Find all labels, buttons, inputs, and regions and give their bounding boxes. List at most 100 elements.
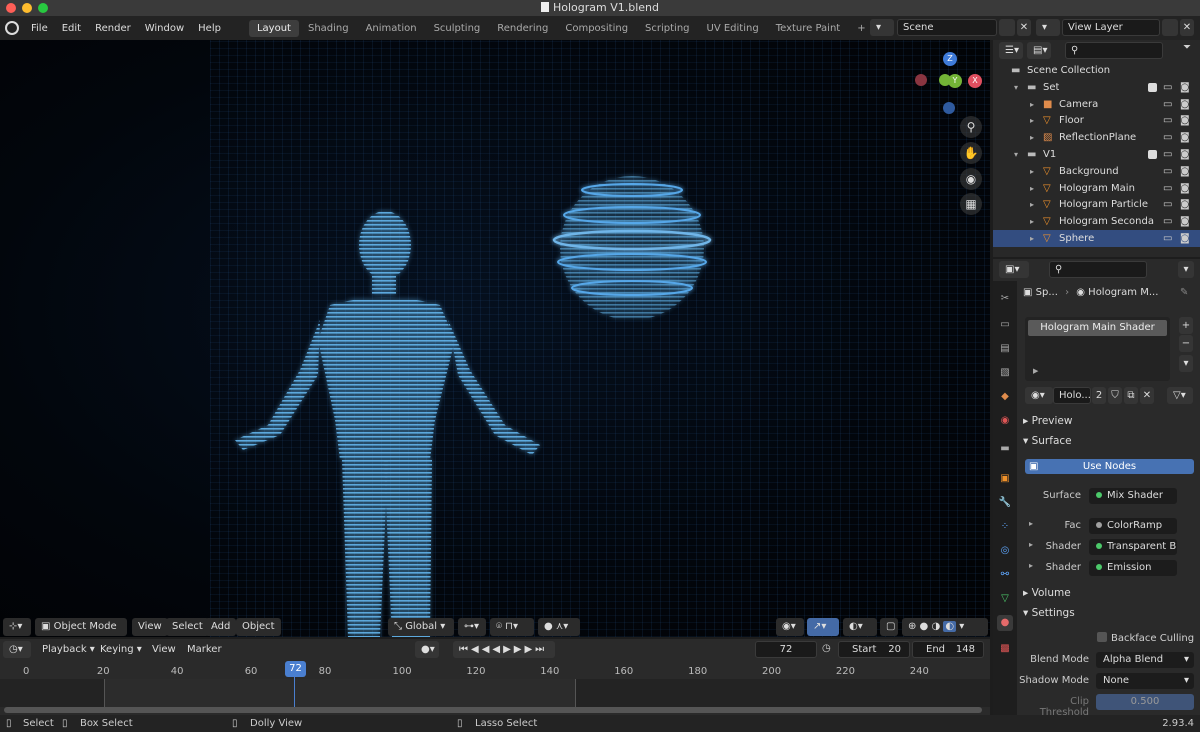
record-icon[interactable]: ●▾ <box>415 641 439 658</box>
scene-selector-icon[interactable]: ▾ <box>870 19 894 36</box>
zoom-window-button[interactable] <box>38 3 48 13</box>
material-tab-icon[interactable]: ● <box>997 615 1013 631</box>
tab-uv-editing[interactable]: UV Editing <box>699 20 767 37</box>
properties-options-icon[interactable]: ▾ <box>1178 261 1194 278</box>
gizmo-x-axis[interactable]: X <box>968 74 982 88</box>
duplicate-material-icon[interactable]: ⧉ <box>1124 387 1138 404</box>
menu-render[interactable]: Render <box>88 23 138 34</box>
gizmo-neg-z-axis[interactable] <box>943 102 955 114</box>
3d-viewport[interactable]: Z X Y ⚲ ✋ ◉ ▦ ⊹▾ ▣ Object Mode ▾ View Se… <box>0 40 990 637</box>
physics-tab-icon[interactable]: ◎ <box>997 543 1013 559</box>
timeline-track[interactable] <box>0 679 990 707</box>
particles-tab-icon[interactable]: ⁘ <box>997 519 1013 535</box>
properties-search-input[interactable]: ⚲ <box>1049 261 1147 278</box>
gizmo-neg-x-axis[interactable] <box>915 74 927 86</box>
filter-icon[interactable]: ⏷ <box>1183 42 1191 53</box>
viewport-visibility-icon[interactable]: ▭ <box>1163 146 1172 163</box>
scene-name-field[interactable]: Scene <box>897 19 997 36</box>
expand-toggle-icon[interactable]: ▸ <box>1030 129 1034 146</box>
pan-view-icon[interactable]: ✋ <box>960 142 982 164</box>
expand-toggle-icon[interactable]: ▾ <box>1014 79 1018 96</box>
socket-link-field[interactable]: ColorRamp <box>1089 518 1177 534</box>
expand-toggle-icon[interactable]: ▸ <box>1030 96 1034 113</box>
menu-edit[interactable]: Edit <box>55 23 88 34</box>
outliner-row[interactable]: ▸ ▽ Sphere ▭ ◙ <box>993 230 1200 247</box>
camera-view-icon[interactable]: ◉ <box>960 168 982 190</box>
texture-tab-icon[interactable]: ▩ <box>997 641 1013 657</box>
outliner-editor-icon[interactable]: ☰▾ <box>999 42 1023 59</box>
render-visibility-icon[interactable]: ◙ <box>1180 146 1190 163</box>
render-visibility-icon[interactable]: ◙ <box>1180 96 1190 113</box>
playhead[interactable]: 72 <box>285 661 306 677</box>
constraints-tab-icon[interactable]: ⚯ <box>997 567 1013 583</box>
socket-link-field[interactable]: Mix Shader <box>1089 488 1177 504</box>
zoom-view-icon[interactable]: ⚲ <box>960 116 982 138</box>
viewport-visibility-icon[interactable]: ▭ <box>1163 230 1172 247</box>
menu-window[interactable]: Window <box>138 23 191 34</box>
menu-help[interactable]: Help <box>191 23 228 34</box>
expand-toggle-icon[interactable]: ▸ <box>1030 180 1034 197</box>
slot-specials-icon[interactable]: ▾ <box>1179 355 1193 372</box>
outliner-row[interactable]: ▬ Scene Collection <box>993 62 1200 79</box>
gizmo-toggle-icon[interactable]: ↗▾ <box>807 618 839 636</box>
data-tab-icon[interactable]: ▽ <box>997 591 1013 607</box>
expand-toggle-icon[interactable]: ▾ <box>1014 146 1018 163</box>
timeline-editor-icon[interactable]: ◷▾ <box>3 641 31 658</box>
expand-toggle-icon[interactable]: ▸ <box>1030 230 1034 247</box>
socket-link-field[interactable]: Transparent B... <box>1089 539 1177 555</box>
navigation-gizmo[interactable]: Z X Y <box>910 48 986 120</box>
view-layer-tab-icon[interactable]: ▧ <box>997 365 1013 381</box>
close-window-button[interactable] <box>6 3 16 13</box>
viewport-visibility-icon[interactable]: ▭ <box>1163 129 1172 146</box>
outliner-row[interactable]: ▸ ▽ Floor ▭ ◙ <box>993 112 1200 129</box>
display-mode-icon[interactable]: ▤▾ <box>1027 42 1051 59</box>
tab-compositing[interactable]: Compositing <box>557 20 636 37</box>
viewport-visibility-icon[interactable]: ▭ <box>1163 163 1172 180</box>
render-visibility-icon[interactable]: ◙ <box>1180 180 1190 197</box>
expand-toggle-icon[interactable]: ▸ <box>1030 112 1034 129</box>
outliner-row[interactable]: ▸ ▽ Hologram Seconda ▭ ◙ <box>993 213 1200 230</box>
start-frame-field[interactable]: Start 20 <box>838 641 910 658</box>
shading-mode-group[interactable]: ⊕ ● ◑ ◐ ▾ <box>902 618 988 636</box>
viewport-visibility-icon[interactable]: ▭ <box>1163 180 1172 197</box>
scene-tab-icon[interactable]: ◆ <box>997 389 1013 405</box>
timeline-menu-playback[interactable]: Playback ▾ <box>36 641 101 658</box>
object-tab-icon[interactable]: ▣ <box>997 471 1013 487</box>
outliner-row[interactable]: ▸ ■ Camera ▭ ◙ <box>993 96 1200 113</box>
backface-culling-checkbox[interactable]: Backface Culling <box>1097 632 1194 644</box>
render-visibility-icon[interactable]: ◙ <box>1180 112 1190 129</box>
properties-editor-icon[interactable]: ▣▾ <box>999 261 1029 278</box>
output-tab-icon[interactable]: ▤ <box>997 341 1013 357</box>
material-name-field[interactable]: Holo... <box>1053 387 1091 404</box>
exclude-checkbox[interactable] <box>1148 82 1157 92</box>
timeline-menu-keying[interactable]: Keying ▾ <box>94 641 148 658</box>
timeline-scrollbar[interactable] <box>4 707 982 713</box>
outliner-row[interactable]: ▾ ▬ Set ▭ ◙ <box>993 79 1200 96</box>
material-slot-item[interactable]: Hologram Main Shader <box>1028 320 1167 336</box>
gizmo-z-axis[interactable]: Z <box>943 52 957 66</box>
expand-toggle-icon[interactable]: ▸ <box>1030 213 1034 230</box>
outliner-row[interactable]: ▸ ▽ Hologram Main ▭ ◙ <box>993 180 1200 197</box>
blender-logo-icon[interactable] <box>5 21 19 35</box>
tab-animation[interactable]: Animation <box>358 20 425 37</box>
tab-shading[interactable]: Shading <box>300 20 357 37</box>
visibility-icon[interactable]: ◉▾ <box>776 618 804 636</box>
render-visibility-icon[interactable]: ◙ <box>1180 196 1190 213</box>
tab-rendering[interactable]: Rendering <box>489 20 556 37</box>
expand-toggle-icon[interactable]: ▸ <box>1030 163 1034 180</box>
collection-tab-icon[interactable]: ▬ <box>997 441 1013 457</box>
transform-orientation-dropdown[interactable]: ⤡ Global ▾ <box>388 618 454 636</box>
fake-user-icon[interactable]: ⛉ <box>1108 387 1122 404</box>
gizmo-neg-y-axis[interactable] <box>939 74 951 86</box>
outliner-row[interactable]: ▾ ▬ V1 ▭ ◙ <box>993 146 1200 163</box>
material-browse-icon[interactable]: ◉▾ <box>1025 387 1053 404</box>
tool-tab-icon[interactable]: ✂ <box>997 291 1013 307</box>
xray-icon[interactable]: ▢ <box>880 618 898 636</box>
view-layer-field[interactable]: View Layer <box>1062 19 1160 36</box>
viewport-menu-add[interactable]: Add <box>205 618 237 636</box>
viewport-menu-select[interactable]: Select <box>166 618 209 636</box>
viewport-visibility-icon[interactable]: ▭ <box>1163 112 1172 129</box>
tab-scripting[interactable]: Scripting <box>637 20 697 37</box>
viewport-menu-object[interactable]: Object <box>236 618 281 636</box>
new-view-layer-icon[interactable] <box>1162 19 1178 36</box>
